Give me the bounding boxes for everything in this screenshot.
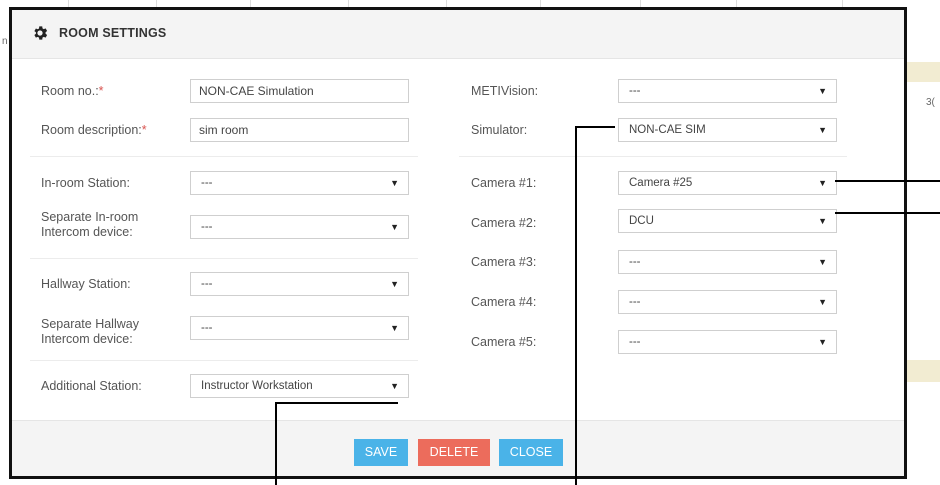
annotation-line [575, 126, 577, 485]
modal-footer: SAVE DELETE CLOSE [12, 420, 904, 476]
camera4-select[interactable]: --- ▼ [618, 290, 837, 314]
bg-edge-text: n [2, 36, 8, 47]
section-divider [30, 360, 418, 361]
room-description-input[interactable]: sim room [190, 118, 409, 142]
in-room-station-label: In-room Station: [41, 176, 130, 190]
separate-in-room-intercom-select[interactable]: --- ▼ [190, 215, 409, 239]
simulator-label: Simulator: [471, 123, 528, 137]
section-divider [30, 156, 418, 157]
room-description-label: Room description:* [41, 123, 147, 137]
annotation-line [575, 126, 615, 128]
metivision-label: METIVision: [471, 84, 539, 98]
select-value: Instructor Workstation [201, 380, 313, 392]
dropdown-arrow-icon: ▼ [818, 257, 827, 267]
select-value: --- [201, 221, 213, 233]
select-value: --- [629, 336, 641, 348]
separate-hallway-intercom-select[interactable]: --- ▼ [190, 316, 409, 340]
annotation-line [275, 402, 277, 485]
dropdown-arrow-icon: ▼ [390, 279, 399, 289]
select-value: --- [629, 256, 641, 268]
camera2-select[interactable]: DCU ▼ [618, 209, 837, 233]
section-divider [30, 258, 418, 259]
dropdown-arrow-icon: ▼ [818, 86, 827, 96]
dropdown-arrow-icon: ▼ [818, 337, 827, 347]
camera1-label: Camera #1: [471, 176, 537, 190]
select-value: --- [201, 278, 213, 290]
in-room-station-select[interactable]: --- ▼ [190, 171, 409, 195]
delete-button[interactable]: DELETE [418, 439, 490, 466]
room-settings-modal: ROOM SETTINGS Room no.:* NON-CAE Simulat… [9, 7, 907, 479]
dropdown-arrow-icon: ▼ [818, 297, 827, 307]
room-no-input[interactable]: NON-CAE Simulation [190, 79, 409, 103]
close-button[interactable]: CLOSE [499, 439, 563, 466]
gear-icon [34, 26, 48, 40]
dropdown-arrow-icon: ▼ [818, 216, 827, 226]
camera4-label: Camera #4: [471, 295, 537, 309]
metivision-select[interactable]: --- ▼ [618, 79, 837, 103]
simulator-select[interactable]: NON-CAE SIM ▼ [618, 118, 837, 142]
dropdown-arrow-icon: ▼ [818, 178, 827, 188]
camera3-select[interactable]: --- ▼ [618, 250, 837, 274]
bg-highlight-strip [907, 360, 940, 382]
camera5-label: Camera #5: [471, 335, 537, 349]
select-value: --- [201, 177, 213, 189]
additional-station-label: Additional Station: [41, 379, 142, 393]
dropdown-arrow-icon: ▼ [390, 178, 399, 188]
dropdown-arrow-icon: ▼ [390, 381, 399, 391]
section-divider [459, 156, 847, 157]
bg-highlight-strip [907, 62, 940, 82]
separate-in-room-intercom-label: Separate In-room Intercom device: [41, 210, 139, 239]
modal-title: ROOM SETTINGS [59, 26, 167, 40]
dropdown-arrow-icon: ▼ [818, 125, 827, 135]
dropdown-arrow-icon: ▼ [390, 323, 399, 333]
annotation-line [835, 180, 940, 182]
camera3-label: Camera #3: [471, 255, 537, 269]
required-mark: * [141, 123, 147, 137]
separate-hallway-intercom-label: Separate Hallway Intercom device: [41, 317, 139, 346]
camera5-select[interactable]: --- ▼ [618, 330, 837, 354]
select-value: --- [629, 296, 641, 308]
room-no-label: Room no.:* [41, 84, 104, 98]
select-value: Camera #25 [629, 177, 693, 189]
select-value: NON-CAE SIM [629, 124, 706, 136]
select-value: DCU [629, 215, 654, 227]
modal-header: ROOM SETTINGS [12, 10, 904, 59]
hallway-station-label: Hallway Station: [41, 277, 131, 291]
camera2-label: Camera #2: [471, 216, 537, 230]
hallway-station-select[interactable]: --- ▼ [190, 272, 409, 296]
select-value: --- [629, 85, 641, 97]
save-button[interactable]: SAVE [354, 439, 408, 466]
select-value: --- [201, 322, 213, 334]
camera1-select[interactable]: Camera #25 ▼ [618, 171, 837, 195]
annotation-line [275, 402, 398, 404]
annotation-line [835, 212, 940, 214]
additional-station-select[interactable]: Instructor Workstation ▼ [190, 374, 409, 398]
required-mark: * [98, 84, 104, 98]
dropdown-arrow-icon: ▼ [390, 222, 399, 232]
bg-edge-text: 3( [926, 97, 935, 108]
